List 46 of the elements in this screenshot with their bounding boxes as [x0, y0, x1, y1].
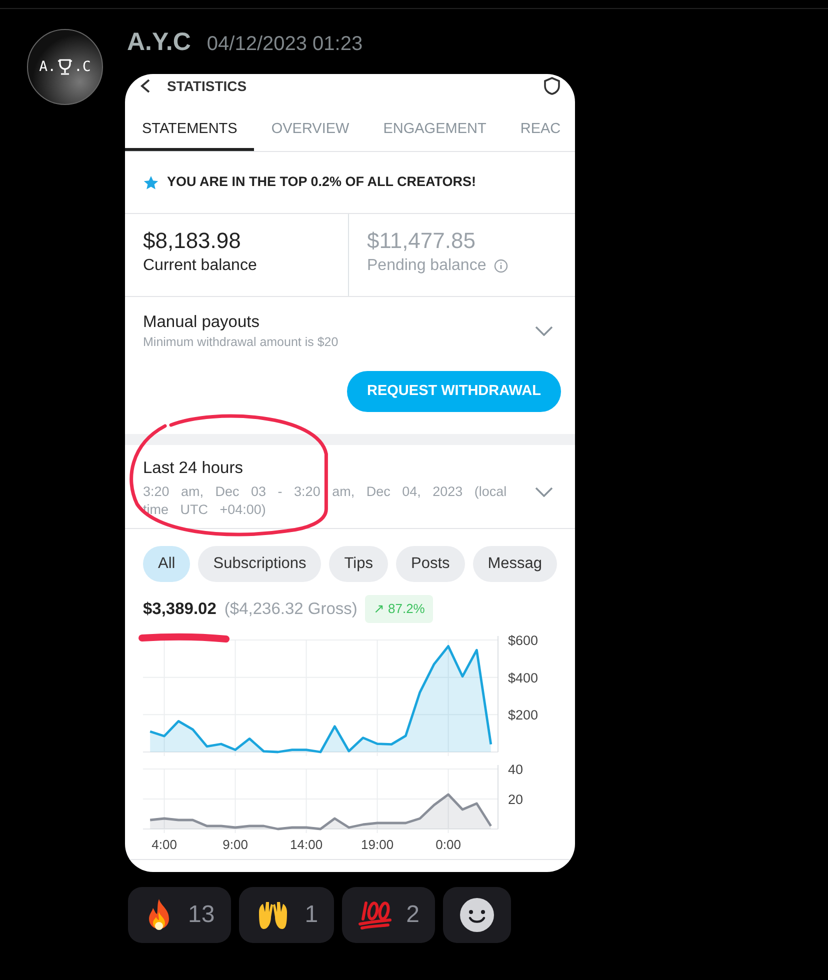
author-name[interactable]: A.Y.C: [127, 28, 191, 56]
filter-chip[interactable]: All: [143, 546, 190, 582]
filter-chip[interactable]: Subscriptions: [198, 546, 322, 582]
period-title: Last 24 hours: [143, 458, 244, 479]
avatar-text: .C: [74, 58, 91, 76]
y-tick-label: 40: [508, 764, 524, 777]
timestamp: 04/12/2023 01:23: [206, 32, 363, 57]
trophy-icon: [57, 58, 73, 76]
filter-chip[interactable]: Posts: [396, 546, 465, 582]
x-tick-label: 14:00: [290, 837, 323, 852]
reaction-button[interactable]: 1: [238, 887, 334, 943]
y-tick-label: $600: [508, 634, 538, 648]
net-earnings: $3,389.02: [143, 598, 216, 620]
y-tick-label: $200: [508, 708, 538, 723]
page-title: STATISTICS: [167, 77, 247, 96]
back-icon[interactable]: [139, 79, 151, 93]
balance-amount: $8,183.98: [143, 227, 242, 255]
x-tick-label: 0:00: [436, 837, 461, 852]
chevron-down-icon[interactable]: [535, 326, 553, 336]
shield-icon[interactable]: [543, 77, 561, 95]
add-reaction-button[interactable]: [443, 887, 512, 943]
balance-amount: $11,477.85: [367, 227, 476, 255]
avatar-text: A.: [39, 58, 56, 76]
change-badge: ↗ 87.2%: [365, 595, 433, 623]
payouts-subtitle: Minimum withdrawal amount is $20: [143, 334, 338, 351]
x-tick-label: 9:00: [222, 837, 248, 852]
payouts-title: Manual payouts: [143, 312, 260, 333]
x-tick-label: 4:00: [152, 837, 177, 852]
balance-label: Current balance: [143, 256, 257, 276]
star-icon: [143, 174, 159, 190]
reaction-button[interactable]: 2: [342, 887, 436, 943]
hundred-points-icon: [358, 900, 392, 930]
y-tick-label: $400: [508, 670, 538, 686]
gross-earnings: ($4,236.32 Gross): [224, 598, 358, 620]
smiley-icon: [459, 897, 496, 933]
filter-chip[interactable]: Messag: [472, 546, 558, 582]
avatar[interactable]: A. .C: [27, 29, 103, 105]
x-tick-label: 19:00: [361, 837, 394, 852]
chevron-down-icon[interactable]: [535, 487, 553, 498]
y-tick-label: 20: [508, 792, 524, 807]
reaction-button[interactable]: 13: [128, 887, 231, 943]
banner-text: YOU ARE IN THE TOP 0.2% OF ALL CREATORS!: [167, 173, 476, 192]
filter-chip[interactable]: Tips: [329, 546, 388, 582]
balance-label: Pending balance: [367, 256, 486, 276]
tab[interactable]: STATEMENTS: [125, 98, 254, 151]
info-icon[interactable]: [494, 259, 508, 273]
